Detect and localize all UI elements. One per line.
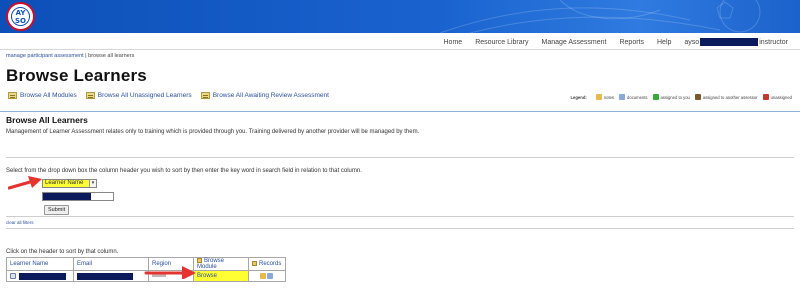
col-records[interactable]: Records [248, 256, 286, 272]
header-banner: AY SO [0, 0, 800, 33]
legend-item-assigned-to-you: assigned to you [652, 94, 690, 100]
documents-icon [619, 94, 626, 100]
col-browse-module[interactable]: Browse Module [193, 256, 249, 272]
sort-field-select-wrapper: Learner Name ▾ [42, 179, 97, 188]
divider [6, 216, 794, 217]
legend-label: notes [603, 94, 615, 100]
submit-button[interactable]: Submit [44, 205, 70, 215]
unassigned-icon [762, 94, 769, 100]
nav-help[interactable]: Help [657, 39, 671, 46]
redacted-username [700, 38, 759, 46]
learner-icon[interactable] [10, 273, 16, 280]
breadcrumb: manage participant assessment | browse a… [6, 53, 134, 59]
legend-item-assigned-to-another: assigned to another assessor [694, 94, 758, 100]
legend-item-notes: notes [595, 94, 615, 100]
nav-reports[interactable]: Reports [619, 39, 644, 46]
section-title: Browse All Learners [6, 115, 88, 125]
nav-home[interactable]: Home [444, 39, 463, 46]
legend-label: assigned to you [660, 94, 690, 100]
legend-label: unassigned [770, 94, 792, 100]
cell-records [248, 270, 286, 283]
logo-text-top: AY [15, 9, 26, 17]
user-prefix: ayso [684, 38, 700, 46]
browse-links: Browse All Modules Browse All Unassigned… [8, 92, 338, 99]
legend-label: documents [627, 94, 648, 100]
browse-unassigned-learners-link[interactable]: Browse All Unassigned Learners [85, 92, 192, 99]
search-instructions: Select from the drop down box the column… [6, 168, 362, 174]
edit-icon [197, 258, 202, 263]
divider [0, 111, 800, 112]
cell-learner-name [6, 270, 74, 283]
list-icon [85, 92, 95, 99]
legend-title: Legend: [570, 94, 587, 100]
page-title: Browse Learners [6, 66, 147, 85]
section-description: Management of Learner Assessment relates… [6, 129, 420, 135]
chevron-down-icon: ▾ [89, 180, 96, 187]
browse-all-modules-link[interactable]: Browse All Modules [8, 92, 77, 99]
redacted-email [77, 272, 133, 280]
notes-icon [595, 94, 602, 100]
list-icon [200, 92, 210, 99]
user-suffix: instructor [759, 38, 788, 46]
legend-item-unassigned: unassigned [762, 94, 792, 100]
assessor-icon [694, 94, 701, 100]
edit-icon [252, 261, 257, 266]
cell-email [73, 270, 149, 283]
browse-unassigned-learners-label: Browse All Unassigned Learners [97, 92, 192, 99]
top-navigation: Home Resource Library Manage Assessment … [431, 36, 788, 48]
col-email[interactable]: Email [73, 256, 149, 272]
sort-field-value: Learner Name [45, 180, 84, 186]
list-icon [8, 92, 17, 99]
annotation-arrow-browse [144, 266, 196, 279]
cell-browse-module: Browse [193, 270, 249, 283]
check-icon [652, 94, 659, 100]
browse-all-modules-label: Browse All Modules [20, 92, 77, 99]
clear-all-filters-link[interactable]: clear all filters [6, 220, 34, 225]
browse-awaiting-review-link[interactable]: Browse All Awaiting Review Assessment [200, 92, 329, 99]
browse-button[interactable]: Browse [197, 273, 217, 279]
nav-manage-assessment[interactable]: Manage Assessment [542, 39, 607, 46]
annotation-arrow-select [8, 176, 42, 190]
divider [0, 49, 800, 50]
notes-icon[interactable] [260, 272, 266, 279]
divider [6, 228, 794, 229]
breadcrumb-link-manage-assessment[interactable]: manage participant assessment [6, 53, 84, 59]
divider [6, 157, 794, 158]
legend: Legend: notes documents assigned to you … [570, 94, 792, 100]
nav-resource-library[interactable]: Resource Library [475, 39, 528, 46]
legend-item-documents: documents [619, 94, 648, 100]
redacted-learner-name [19, 272, 66, 280]
col-records-label: Records [259, 261, 282, 268]
redacted-keyword [43, 193, 91, 200]
sort-field-select[interactable]: Learner Name ▾ [42, 179, 97, 188]
search-keyword-input[interactable] [42, 192, 114, 201]
col-learner-name[interactable]: Learner Name [6, 256, 74, 272]
legend-label: assigned to another assessor [702, 94, 758, 100]
logo-text-bottom: SO [15, 17, 26, 25]
browse-awaiting-review-label: Browse All Awaiting Review Assessment [212, 92, 329, 99]
documents-icon[interactable] [267, 272, 273, 279]
ayso-logo[interactable]: AY SO [6, 2, 35, 31]
table-hint: Click on the header to sort by that colu… [6, 249, 119, 255]
user-label: ayso instructor [684, 38, 788, 46]
breadcrumb-current: browse all learners [88, 53, 135, 59]
banner-decoration [439, 0, 761, 33]
